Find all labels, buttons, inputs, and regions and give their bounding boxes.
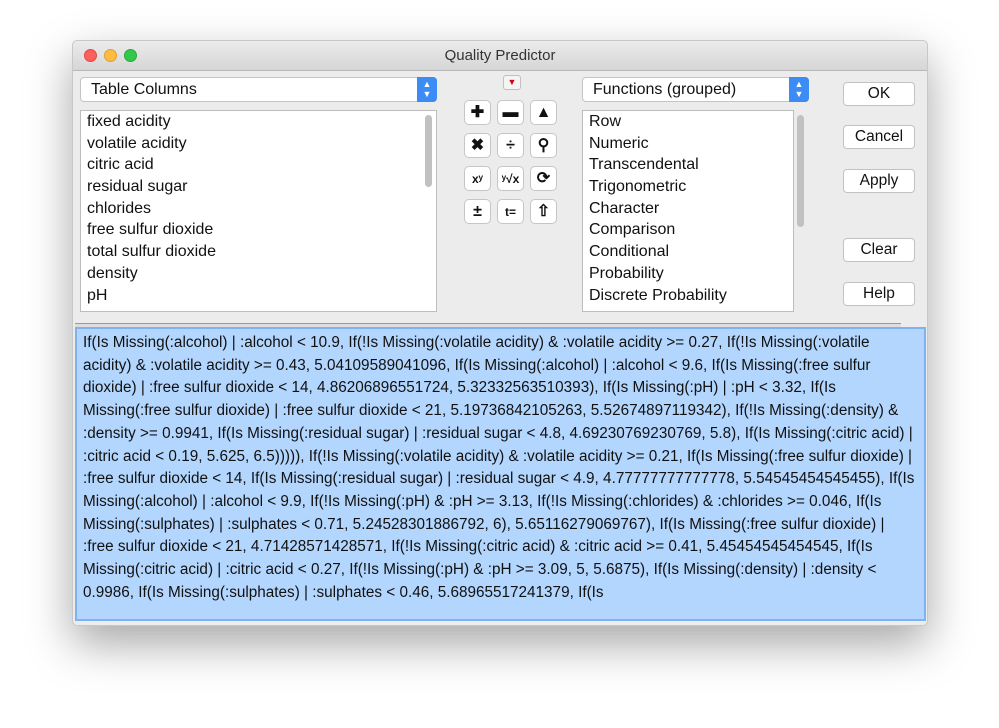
function-group-item[interactable]: Character (583, 198, 793, 220)
keypad-menu-button[interactable]: ▼ (503, 75, 521, 90)
column-list-item[interactable]: free sulfur dioxide (81, 219, 436, 241)
divide-button[interactable]: ÷ (497, 133, 524, 158)
column-list-item[interactable]: pH (81, 285, 436, 307)
function-group-item[interactable]: Conditional (583, 241, 793, 263)
peel-icon: ⇧ (536, 203, 551, 220)
columns-list[interactable]: fixed acidity volatile acidity citric acid… (80, 110, 437, 312)
column-list-item[interactable]: citric acid (81, 154, 436, 176)
multiply-button[interactable]: ✖ (464, 133, 491, 158)
column-list-item[interactable]: density (81, 263, 436, 285)
minimize-window-button[interactable] (104, 49, 117, 62)
plus-button[interactable]: ✚ (464, 100, 491, 125)
power-button[interactable]: xʸ (464, 166, 491, 191)
peel-button[interactable]: ⇧ (530, 199, 557, 224)
assign-button[interactable]: t= (497, 199, 524, 224)
lasso-icon: ⚲ (537, 137, 550, 154)
column-list-item[interactable]: residual sugar (81, 176, 436, 198)
plus-minus-icon: ± (473, 203, 482, 220)
divide-icon: ÷ (506, 137, 515, 154)
refresh-button[interactable]: ⟳ (530, 166, 557, 191)
functions-list[interactable]: Row Numeric Transcendental Trigonometric Cha… (582, 110, 794, 312)
close-window-button[interactable] (84, 49, 97, 62)
caret-up-button[interactable]: ▲ (530, 100, 557, 125)
multiply-icon: ✖ (470, 137, 485, 154)
root-icon: ʸ√x (501, 172, 520, 186)
functions-select[interactable]: Functions (grouped) ▲ ▼ (582, 77, 809, 102)
column-list-item[interactable]: fixed acidity (81, 111, 436, 133)
column-list-item[interactable]: total sulfur dioxide (81, 241, 436, 263)
function-group-item[interactable]: Transcendental (583, 154, 793, 176)
function-group-item[interactable]: Comparison (583, 219, 793, 241)
quality-predictor-dialog: Quality Predictor Table Columns ▲ ▼ fixed … (72, 40, 928, 626)
apply-button[interactable]: Apply (843, 169, 915, 193)
help-button[interactable]: Help (843, 282, 915, 306)
caret-up-icon: ▲ (535, 104, 552, 121)
column-list-item[interactable]: volatile acidity (81, 133, 436, 155)
function-group-item[interactable]: Discrete Probability (583, 285, 793, 307)
function-group-item[interactable]: Probability (583, 263, 793, 285)
zoom-window-button[interactable] (124, 49, 137, 62)
function-group-item[interactable]: Numeric (583, 133, 793, 155)
chevron-updown-icon: ▲ ▼ (789, 77, 809, 102)
function-group-item[interactable]: Row (583, 111, 793, 133)
functions-scrollbar[interactable] (797, 115, 804, 227)
root-button[interactable]: ʸ√x (497, 166, 524, 191)
functions-select-value: Functions (grouped) (593, 81, 737, 98)
power-icon: xʸ (472, 172, 483, 186)
source-select[interactable]: Table Columns ▲ ▼ (80, 77, 437, 102)
title-bar: Quality Predictor (73, 41, 927, 71)
columns-scrollbar[interactable] (425, 115, 432, 187)
plus-icon: ✚ (470, 104, 485, 121)
minus-icon: ▬ (502, 104, 519, 121)
formula-editor[interactable]: If(Is Missing(:alcohol) | :alcohol < 10.… (75, 327, 926, 621)
column-list-item[interactable]: chlorides (81, 198, 436, 220)
refresh-icon: ⟳ (536, 170, 551, 187)
plus-minus-button[interactable]: ± (464, 199, 491, 224)
cancel-button[interactable]: Cancel (843, 125, 915, 149)
source-select-value: Table Columns (91, 81, 197, 98)
assign-icon: t= (504, 205, 516, 219)
clear-button[interactable]: Clear (843, 238, 915, 262)
lasso-button[interactable]: ⚲ (530, 133, 557, 158)
chevron-updown-icon: ▲ ▼ (417, 77, 437, 102)
window-title: Quality Predictor (444, 47, 556, 64)
function-group-item[interactable]: Trigonometric (583, 176, 793, 198)
ok-button[interactable]: OK (843, 82, 915, 106)
triangle-down-icon: ▼ (507, 77, 517, 87)
minus-button[interactable]: ▬ (497, 100, 524, 125)
